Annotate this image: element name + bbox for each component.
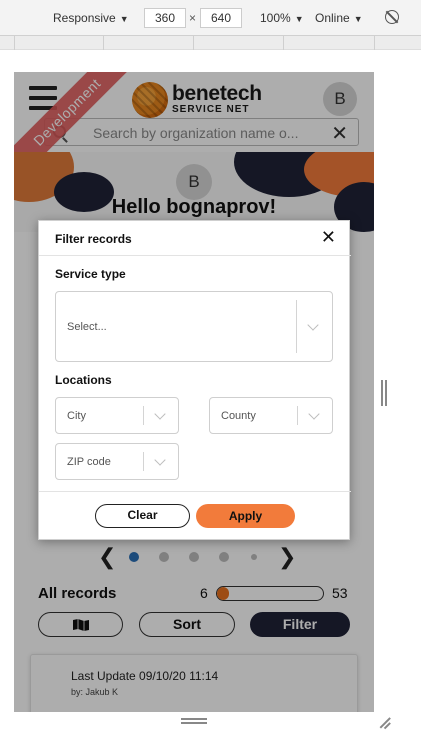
network-throttle-select[interactable]: Online ▼ — [315, 11, 363, 25]
modal-footer — [39, 491, 351, 541]
resize-handle-bottom[interactable] — [181, 718, 207, 724]
dimension-separator: × — [189, 11, 197, 25]
device-width-input[interactable]: 360 — [144, 8, 186, 28]
close-icon[interactable]: ✕ — [321, 227, 336, 248]
service-type-select[interactable]: Select... — [55, 291, 333, 362]
chevron-down-icon — [308, 408, 320, 420]
device-height-input[interactable]: 640 — [200, 8, 242, 28]
network-label: Online — [315, 11, 350, 25]
apply-button[interactable]: Apply — [196, 504, 295, 528]
resize-handle-right[interactable] — [381, 380, 387, 406]
select-separator — [296, 300, 297, 353]
city-select[interactable]: City — [55, 397, 179, 434]
modal-title: Filter records — [55, 232, 132, 246]
zip-code-value: ZIP code — [67, 456, 111, 468]
device-mode-label: Responsive — [53, 11, 116, 25]
device-mode-select[interactable]: Responsive ▼ — [53, 11, 129, 25]
rotate-icon[interactable] — [385, 10, 399, 24]
select-separator — [143, 452, 144, 471]
select-separator — [143, 406, 144, 425]
zoom-label: 100% — [260, 11, 291, 25]
service-type-value: Select... — [67, 321, 107, 333]
city-value: City — [67, 410, 86, 422]
chevron-down-icon — [307, 319, 319, 331]
device-viewport: benetech SERVICE NET B Search by organiz… — [14, 72, 374, 712]
chevron-down-icon — [154, 454, 166, 466]
zoom-select[interactable]: 100% ▼ — [260, 11, 304, 25]
modal-header: Filter records ✕ — [39, 221, 351, 256]
zoom-caret-icon: ▼ — [294, 14, 304, 24]
devtools-toolbar: Responsive ▼ 360 × 640 100% ▼ Online ▼ — [0, 0, 421, 36]
locations-label: Locations — [55, 373, 112, 387]
county-select[interactable]: County — [209, 397, 333, 434]
device-mode-caret-icon: ▼ — [119, 14, 129, 24]
select-separator — [297, 406, 298, 425]
chevron-down-icon — [154, 408, 166, 420]
service-type-label: Service type — [55, 267, 126, 281]
resize-corner-icon[interactable] — [378, 715, 391, 729]
filter-modal: Filter records ✕ Service type Select... … — [38, 220, 351, 541]
network-caret-icon: ▼ — [353, 14, 363, 24]
zip-code-select[interactable]: ZIP code — [55, 443, 179, 480]
ruler-bar — [0, 36, 421, 50]
county-value: County — [221, 410, 256, 422]
clear-button[interactable]: Clear — [95, 504, 190, 528]
